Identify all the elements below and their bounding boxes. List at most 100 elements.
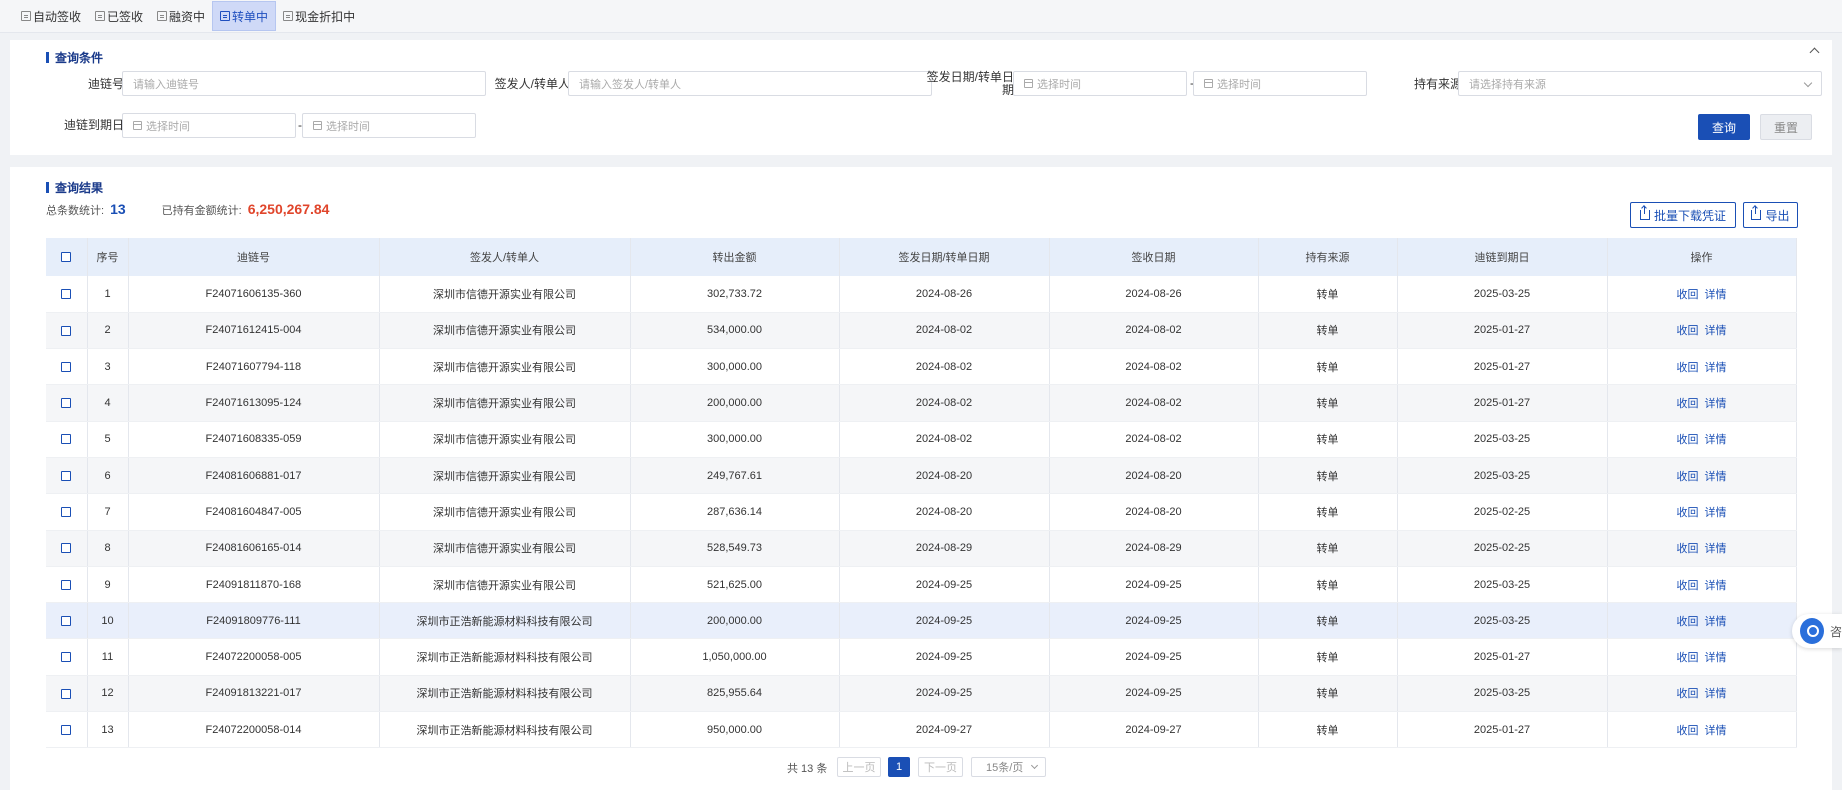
source-select[interactable]: 请选择持有来源 <box>1458 71 1822 96</box>
detail-link[interactable]: 详情 <box>1705 543 1727 555</box>
query-button[interactable]: 查询 <box>1698 114 1750 140</box>
table-row[interactable]: 13 F24072200058-014 深圳市正浩新能源材料科技有限公司 950,00… <box>46 711 1797 749</box>
recall-link[interactable]: 收回 <box>1677 688 1699 700</box>
tab-2[interactable]: 融资中 <box>150 1 212 31</box>
current-page-button[interactable]: 1 <box>888 757 910 777</box>
detail-link[interactable]: 详情 <box>1705 434 1727 446</box>
detail-link[interactable]: 详情 <box>1705 725 1727 737</box>
detail-link[interactable]: 详情 <box>1705 507 1727 519</box>
tab-0[interactable]: 自动签收 <box>14 1 88 31</box>
cell-source: 转单 <box>1258 348 1398 386</box>
row-checkbox[interactable] <box>61 288 72 299</box>
recall-link[interactable]: 收回 <box>1677 616 1699 628</box>
recall-link[interactable]: 收回 <box>1677 471 1699 483</box>
detail-link[interactable]: 详情 <box>1705 616 1727 628</box>
recall-link[interactable]: 收回 <box>1677 325 1699 337</box>
page-size-select[interactable]: 15条/页 <box>971 757 1046 777</box>
table-row[interactable]: 12 F24091813221-017 深圳市正浩新能源材料科技有限公司 825,95… <box>46 675 1797 713</box>
reset-button[interactable]: 重置 <box>1760 114 1812 140</box>
next-page-button[interactable]: 下一页 <box>918 757 963 777</box>
table-row[interactable]: 3 F24071607794-118 深圳市信德开源实业有限公司 300,000.00… <box>46 348 1797 386</box>
table-row[interactable]: 10 F24091809776-111 深圳市正浩新能源材料科技有限公司 200,00… <box>46 602 1797 640</box>
prev-page-button[interactable]: 上一页 <box>837 757 881 777</box>
issue-date-end-input[interactable]: 选择时间 <box>1193 71 1367 96</box>
cell-actions: 收回 详情 <box>1607 421 1797 458</box>
detail-link[interactable]: 详情 <box>1705 398 1727 410</box>
row-checkbox[interactable] <box>61 325 72 336</box>
recall-link[interactable]: 收回 <box>1677 398 1699 410</box>
select-all-checkbox[interactable] <box>61 252 72 263</box>
row-checkbox[interactable] <box>61 615 72 626</box>
assistant-label: 咨 <box>1829 624 1842 639</box>
cell-no: 6 <box>87 457 129 495</box>
detail-link[interactable]: 详情 <box>1705 688 1727 700</box>
recall-link[interactable]: 收回 <box>1677 289 1699 301</box>
due-date-end-input[interactable]: 选择时间 <box>302 113 476 138</box>
table-row[interactable]: 9 F24091811870-168 深圳市信德开源实业有限公司 521,625.00… <box>46 566 1797 604</box>
table-row[interactable]: 1 F24071606135-360 深圳市信德开源实业有限公司 302,733.72… <box>46 276 1797 313</box>
detail-link[interactable]: 详情 <box>1705 471 1727 483</box>
issuer-label: 签发人/转单人 <box>494 77 570 91</box>
table-row[interactable]: 8 F24081606165-014 深圳市信德开源实业有限公司 528,549.73… <box>46 530 1797 567</box>
recall-link[interactable]: 收回 <box>1677 652 1699 664</box>
detail-link[interactable]: 详情 <box>1705 325 1727 337</box>
recall-link[interactable]: 收回 <box>1677 543 1699 555</box>
row-select-cell <box>46 421 88 458</box>
recall-link[interactable]: 收回 <box>1677 507 1699 519</box>
tab-3[interactable]: 转单中 <box>212 1 277 31</box>
row-checkbox[interactable] <box>61 507 72 518</box>
cell-chain: F24091813221-017 <box>128 675 380 713</box>
cell-no: 9 <box>87 566 129 604</box>
row-checkbox[interactable] <box>61 398 72 409</box>
cell-amount: 249,767.61 <box>630 457 840 495</box>
cell-chain: F24081606881-017 <box>128 457 380 495</box>
due-date-label: 迪链到期日 <box>63 118 124 132</box>
recall-link[interactable]: 收回 <box>1677 580 1699 592</box>
floating-assistant[interactable]: 咨 <box>1792 614 1842 648</box>
tab-1[interactable]: 已签收 <box>88 1 150 31</box>
due-date-start-placeholder: 选择时间 <box>146 120 190 133</box>
cell-chain: F24081606165-014 <box>128 530 380 567</box>
table-row[interactable]: 5 F24071608335-059 深圳市信德开源实业有限公司 300,000.00… <box>46 421 1797 458</box>
due-date-start-input[interactable]: 选择时间 <box>122 113 296 138</box>
cell-amount: 200,000.00 <box>630 384 840 422</box>
detail-link[interactable]: 详情 <box>1705 362 1727 374</box>
table-row[interactable]: 2 F24071612415-004 深圳市信德开源实业有限公司 534,000.00… <box>46 312 1797 350</box>
chain-no-input[interactable]: 请输入迪链号 <box>122 71 486 96</box>
table-row[interactable]: 4 F24071613095-124 深圳市信德开源实业有限公司 200,000.00… <box>46 384 1797 422</box>
column-header: 操作 <box>1607 238 1797 276</box>
row-checkbox[interactable] <box>61 688 72 699</box>
row-checkbox[interactable] <box>61 434 72 445</box>
tab-4[interactable]: 现金折扣中 <box>276 1 362 31</box>
cell-source: 转单 <box>1258 384 1398 422</box>
source-placeholder: 请选择持有来源 <box>1469 78 1546 91</box>
batch-download-button[interactable]: 批量下载凭证 <box>1630 202 1736 228</box>
cell-no: 7 <box>87 493 129 531</box>
detail-link[interactable]: 详情 <box>1705 289 1727 301</box>
row-checkbox[interactable] <box>61 724 72 735</box>
table-row[interactable]: 6 F24081606881-017 深圳市信德开源实业有限公司 249,767.61… <box>46 457 1797 495</box>
row-select-cell <box>46 602 88 640</box>
row-checkbox[interactable] <box>61 652 72 663</box>
recall-link[interactable]: 收回 <box>1677 434 1699 446</box>
cell-due: 2025-03-25 <box>1397 602 1608 640</box>
detail-link[interactable]: 详情 <box>1705 580 1727 592</box>
export-button[interactable]: 导出 <box>1743 202 1798 228</box>
recall-link[interactable]: 收回 <box>1677 725 1699 737</box>
recall-link[interactable]: 收回 <box>1677 362 1699 374</box>
cell-issuer: 深圳市信德开源实业有限公司 <box>379 348 631 386</box>
row-checkbox[interactable] <box>61 470 72 481</box>
chevron-up-icon[interactable] <box>1809 47 1820 58</box>
row-checkbox[interactable] <box>61 579 72 590</box>
row-checkbox[interactable] <box>61 543 72 554</box>
issuer-input[interactable]: 请输入签发人/转单人 <box>568 71 932 96</box>
cell-sign-date: 2024-09-25 <box>1049 638 1259 676</box>
table-row[interactable]: 7 F24081604847-005 深圳市信德开源实业有限公司 287,636.14… <box>46 493 1797 531</box>
row-select-cell <box>46 312 88 350</box>
cell-actions: 收回 详情 <box>1607 348 1797 386</box>
cell-due: 2025-02-25 <box>1397 493 1608 531</box>
row-checkbox[interactable] <box>61 361 72 372</box>
detail-link[interactable]: 详情 <box>1705 652 1727 664</box>
table-row[interactable]: 11 F24072200058-005 深圳市正浩新能源材料科技有限公司 1,050,… <box>46 638 1797 676</box>
issue-date-start-input[interactable]: 选择时间 <box>1013 71 1187 96</box>
